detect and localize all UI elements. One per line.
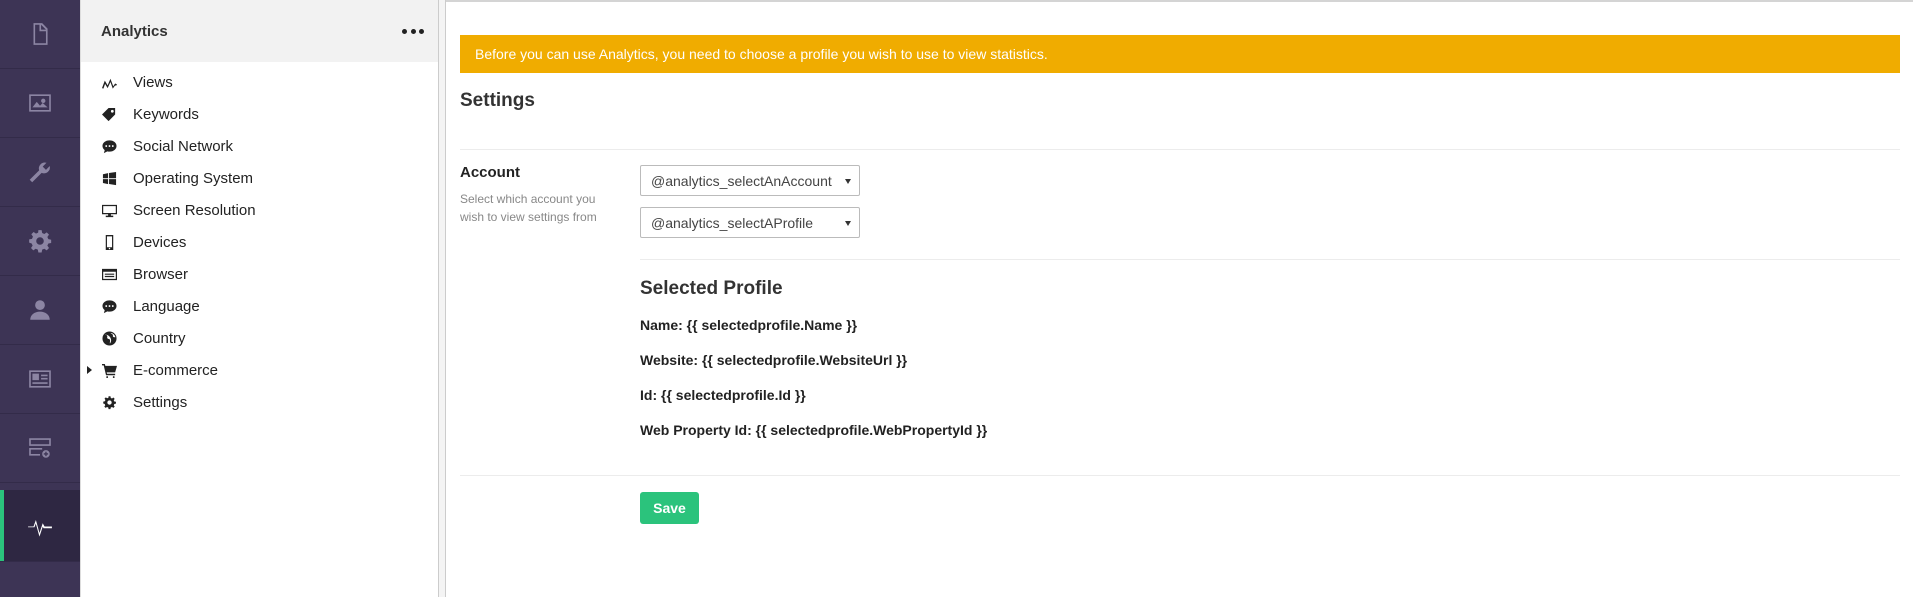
rail-content-section[interactable] bbox=[0, 0, 80, 69]
rail-users-section[interactable] bbox=[0, 276, 80, 345]
tree-item-language[interactable]: Language bbox=[81, 290, 438, 322]
divider bbox=[640, 259, 1900, 260]
tree-item-keywords[interactable]: Keywords bbox=[81, 98, 438, 130]
dot-icon bbox=[419, 28, 424, 34]
save-button[interactable]: Save bbox=[640, 492, 699, 524]
profile-name-line: Name: {{ selectedprofile.Name }} bbox=[640, 317, 858, 333]
profile-web-property-line: Web Property Id: {{ selectedprofile.WebP… bbox=[640, 422, 988, 438]
chat-icon bbox=[101, 298, 118, 315]
account-description: Select which account you wish to view se… bbox=[460, 192, 597, 224]
gear-icon bbox=[29, 230, 52, 253]
rail-media-section[interactable] bbox=[0, 69, 80, 138]
section-rail bbox=[0, 0, 80, 597]
dropdown-arrow-icon bbox=[845, 221, 851, 226]
pulse-icon bbox=[28, 519, 52, 537]
dropdown-arrow-icon bbox=[845, 179, 851, 184]
analytics-tree: Analytics Views Keywords Social Network bbox=[80, 0, 438, 597]
gear-icon bbox=[101, 394, 118, 411]
tag-icon bbox=[101, 106, 118, 123]
windows-icon bbox=[101, 170, 118, 187]
account-select-value: @analytics_selectAnAccount bbox=[651, 172, 832, 189]
tree-item-label: Screen Resolution bbox=[133, 201, 256, 219]
tree-item-country[interactable]: Country bbox=[81, 322, 438, 354]
account-select[interactable]: @analytics_selectAnAccount bbox=[640, 165, 860, 196]
expand-caret-icon[interactable] bbox=[87, 366, 92, 374]
tree-list: Views Keywords Social Network Operating … bbox=[81, 62, 438, 418]
tree-item-label: Devices bbox=[133, 233, 187, 251]
dot-icon bbox=[402, 28, 407, 34]
page-title: Settings bbox=[460, 90, 535, 111]
id-card-icon bbox=[29, 370, 51, 388]
profile-select-value: @analytics_selectAProfile bbox=[651, 214, 814, 231]
more-options-button[interactable] bbox=[402, 23, 424, 39]
tree-item-label: Settings bbox=[133, 393, 188, 411]
profile-website-line: Website: {{ selectedprofile.WebsiteUrl }… bbox=[640, 352, 908, 368]
chat-icon bbox=[101, 138, 118, 155]
rail-settings-section[interactable] bbox=[0, 138, 80, 207]
divider bbox=[460, 149, 1900, 150]
forms-icon bbox=[29, 438, 51, 458]
tree-item-label: Country bbox=[133, 329, 186, 347]
profile-warning-alert: Before you can use Analytics, you need t… bbox=[460, 35, 1900, 73]
rail-developer-section[interactable] bbox=[0, 207, 80, 276]
tree-item-views[interactable]: Views bbox=[81, 66, 438, 98]
user-icon bbox=[30, 300, 50, 320]
tree-item-browser[interactable]: Browser bbox=[81, 258, 438, 290]
wrench-icon bbox=[29, 162, 50, 183]
globe-icon bbox=[101, 330, 118, 347]
tree-item-label: Operating System bbox=[133, 169, 254, 187]
selected-profile-heading: Selected Profile bbox=[640, 278, 783, 299]
dot-icon bbox=[410, 28, 416, 34]
tree-item-e-commerce[interactable]: E-commerce bbox=[81, 354, 438, 386]
profile-select[interactable]: @analytics_selectAProfile bbox=[640, 207, 860, 238]
rail-forms-section[interactable] bbox=[0, 414, 80, 483]
main-content: Before you can use Analytics, you need t… bbox=[446, 0, 1913, 597]
browser-icon bbox=[101, 266, 118, 283]
document-icon bbox=[33, 23, 48, 45]
tree-item-label: Social Network bbox=[133, 137, 234, 155]
monitor-icon bbox=[101, 202, 118, 219]
tree-item-label: Browser bbox=[133, 265, 189, 283]
tree-item-devices[interactable]: Devices bbox=[81, 226, 438, 258]
panel-splitter[interactable] bbox=[438, 0, 446, 597]
phone-icon bbox=[101, 234, 118, 251]
tree-item-label: E-commerce bbox=[133, 361, 219, 379]
tree-header: Analytics bbox=[81, 0, 438, 62]
cart-icon bbox=[101, 362, 118, 379]
tree-item-operating-system[interactable]: Operating System bbox=[81, 162, 438, 194]
account-label: Account bbox=[460, 164, 520, 181]
chart-icon bbox=[101, 74, 118, 91]
tree-item-label: Views bbox=[133, 73, 173, 91]
divider bbox=[460, 475, 1900, 476]
tree-item-settings[interactable]: Settings bbox=[81, 386, 438, 418]
tree-item-label: Keywords bbox=[133, 105, 199, 123]
app: Analytics Views Keywords Social Network bbox=[0, 0, 1913, 597]
tree-item-screen-resolution[interactable]: Screen Resolution bbox=[81, 194, 438, 226]
tree-item-label: Language bbox=[133, 297, 200, 315]
tree-item-social-network[interactable]: Social Network bbox=[81, 130, 438, 162]
tree-title: Analytics bbox=[101, 22, 168, 40]
profile-id-line: Id: {{ selectedprofile.Id }} bbox=[640, 387, 806, 403]
rail-members-section[interactable] bbox=[0, 345, 80, 414]
image-icon bbox=[29, 94, 51, 112]
rail-analytics-section[interactable] bbox=[0, 490, 80, 562]
